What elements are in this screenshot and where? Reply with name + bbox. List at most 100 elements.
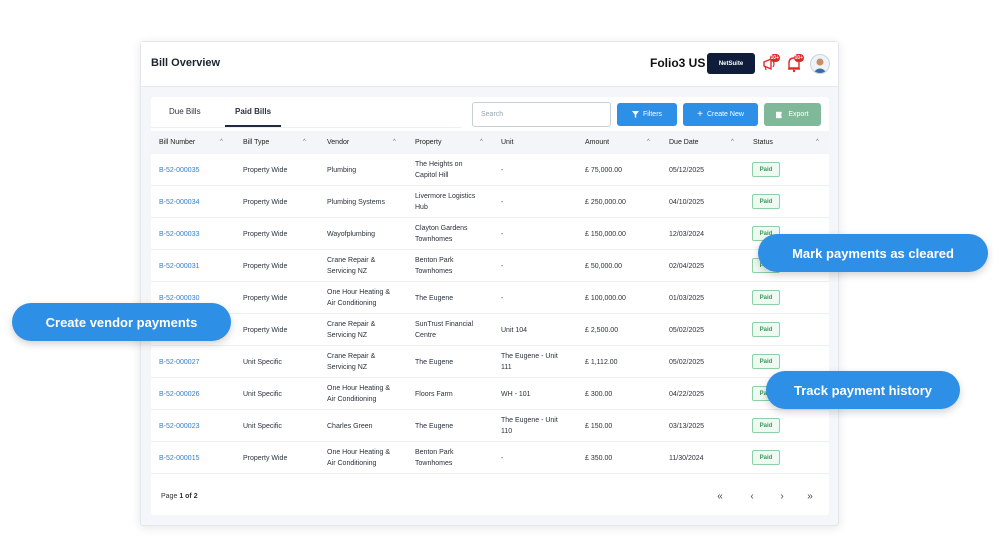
property-cell: Capitol Hill [415, 172, 449, 179]
property-cell: Livermore Logistics [415, 193, 476, 200]
last-page-button[interactable]: » [803, 489, 817, 503]
unit-cell: - [501, 263, 504, 270]
table-row[interactable]: B-52-000035 Property Wide Plumbing The Heig… [151, 154, 829, 186]
sort-chevron-icon[interactable]: ^ [816, 139, 819, 145]
bill-number-link[interactable]: B-52-000034 [159, 197, 199, 208]
property-cell: Townhomes [415, 268, 453, 275]
stage: Bill Overview Folio3 US NetSuite 10+ 10+ [0, 0, 993, 546]
bill-number-link[interactable]: B-52-000031 [159, 261, 199, 272]
next-page-button[interactable]: › [775, 489, 789, 503]
export-button[interactable]: Export [764, 103, 821, 126]
unit-cell: The Eugene - Unit [501, 353, 558, 360]
column-bill-type[interactable]: Bill Type [243, 139, 269, 146]
previous-page-button[interactable]: ‹ [745, 489, 759, 503]
bill-number-link[interactable]: B-52-000027 [159, 357, 199, 368]
bill-type-cell: Property Wide [243, 327, 288, 334]
due-date-cell: 12/03/2024 [669, 231, 705, 238]
column-property[interactable]: Property [415, 139, 441, 146]
amount-cell: £ 1,112.00 [585, 359, 618, 366]
user-avatar-icon[interactable] [810, 54, 830, 74]
vendor-cell: Air Conditioning [327, 460, 377, 467]
create-new-button[interactable]: + Create New [683, 103, 758, 126]
vendor-cell: Plumbing [327, 167, 357, 174]
vendor-cell: One Hour Heating & [327, 449, 391, 456]
bill-type-cell: Property Wide [243, 167, 288, 174]
bill-number-link[interactable]: B-52-000035 [159, 165, 199, 176]
column-vendor[interactable]: Vendor [327, 139, 349, 146]
sort-chevron-icon[interactable]: ^ [220, 139, 223, 145]
vendor-cell: Air Conditioning [327, 300, 377, 307]
property-cell: The Eugene [415, 423, 454, 430]
bill-number-link[interactable]: B-52-000026 [159, 389, 199, 400]
property-cell: Townhomes [415, 460, 453, 467]
sort-chevron-icon[interactable]: ^ [393, 139, 396, 145]
table-row[interactable]: B-52-000033 Property Wide Wayofplumbing Cla… [151, 218, 829, 250]
amount-cell: £ 75,000.00 [585, 167, 622, 174]
status-badge: Paid [752, 162, 780, 177]
table-row[interactable]: B-52-000028Property WideCrane Repair &Se… [151, 314, 829, 346]
notifications-button[interactable]: 10+ [785, 54, 804, 74]
bill-number-link[interactable]: B-52-000033 [159, 229, 199, 240]
table-row[interactable]: B-52-000030 Property Wide One Hour Heating… [151, 282, 829, 314]
sort-chevron-icon[interactable]: ^ [647, 139, 650, 145]
column-amount[interactable]: Amount [585, 139, 609, 146]
callout-track-history: Track payment history [766, 371, 960, 409]
tabs-divider [151, 127, 461, 128]
page-prefix: Page [161, 493, 178, 500]
column-unit[interactable]: Unit [501, 139, 513, 146]
bills-panel: Due Bills Paid Bills Search Filters + Cr… [151, 97, 829, 515]
sort-chevron-icon[interactable]: ^ [731, 139, 734, 145]
unit-cell: - [501, 167, 504, 174]
filters-button[interactable]: Filters [617, 103, 677, 126]
filter-icon [631, 111, 639, 118]
property-cell: The Eugene [415, 295, 454, 302]
property-cell: The Eugene [415, 359, 454, 366]
page-indicator: Page 1 of 2 [161, 493, 198, 500]
callout-mark-cleared: Mark payments as cleared [758, 234, 988, 272]
status-badge: Paid [752, 322, 780, 337]
unit-cell: - [501, 455, 504, 462]
bill-number-link[interactable]: B-52-000015 [159, 453, 199, 464]
due-date-cell: 01/03/2025 [669, 295, 705, 302]
due-date-cell: 04/10/2025 [669, 199, 705, 206]
vendor-cell: One Hour Heating & [327, 289, 391, 296]
property-cell: Hub [415, 204, 428, 211]
bill-number-link[interactable]: B-52-000023 [159, 421, 199, 432]
search-input[interactable]: Search [472, 102, 611, 127]
table-row[interactable]: B-52-000023 Unit Specific Charles Green The… [151, 410, 829, 442]
sort-chevron-icon[interactable]: ^ [303, 139, 306, 145]
due-date-cell: 05/02/2025 [669, 327, 705, 334]
vendor-cell: Servicing NZ [327, 332, 368, 339]
property-cell: Townhomes [415, 236, 453, 243]
property-cell: The Heights on [415, 161, 463, 168]
status-badge: Paid [752, 418, 780, 433]
active-tab-indicator [225, 125, 281, 127]
page-count: 1 of 2 [179, 493, 198, 500]
table-row[interactable]: B-52-000015 Property Wide One Hour Heating… [151, 442, 829, 474]
table-row[interactable]: B-52-000034 Property Wide Plumbing Systems… [151, 186, 829, 218]
table-row[interactable]: B-52-000026 Unit Specific One Hour Heating… [151, 378, 829, 410]
tab-paid-bills[interactable]: Paid Bills [235, 107, 271, 116]
first-page-button[interactable]: « [713, 489, 727, 503]
netsuite-button[interactable]: NetSuite [707, 53, 755, 74]
due-date-cell: 04/22/2025 [669, 391, 705, 398]
column-due-date[interactable]: Due Date [669, 139, 699, 146]
sort-chevron-icon[interactable]: ^ [480, 139, 483, 145]
vendor-cell: One Hour Heating & [327, 385, 391, 392]
bill-type-cell: Property Wide [243, 455, 288, 462]
tab-due-bills[interactable]: Due Bills [169, 107, 201, 116]
table-row[interactable]: B-52-000031 Property Wide Crane Repair & Se… [151, 250, 829, 282]
property-cell: Clayton Gardens [415, 225, 468, 232]
table-header: Bill Number ^ Bill Type ^ Vendor ^ Prope… [151, 131, 829, 154]
column-status[interactable]: Status [753, 139, 773, 146]
amount-cell: £ 2,500.00 [585, 327, 619, 334]
unit-cell: - [501, 231, 504, 238]
bill-type-cell: Property Wide [243, 295, 288, 302]
due-date-cell: 05/12/2025 [669, 167, 705, 174]
column-bill-number[interactable]: Bill Number [159, 139, 195, 146]
table-row[interactable]: B-52-000027 Unit Specific Crane Repair & Se… [151, 346, 829, 378]
due-date-cell: 03/13/2025 [669, 423, 705, 430]
vendor-cell: Servicing NZ [327, 268, 368, 275]
announcements-button[interactable]: 10+ [761, 54, 780, 74]
vendor-cell: Plumbing Systems [327, 199, 385, 206]
